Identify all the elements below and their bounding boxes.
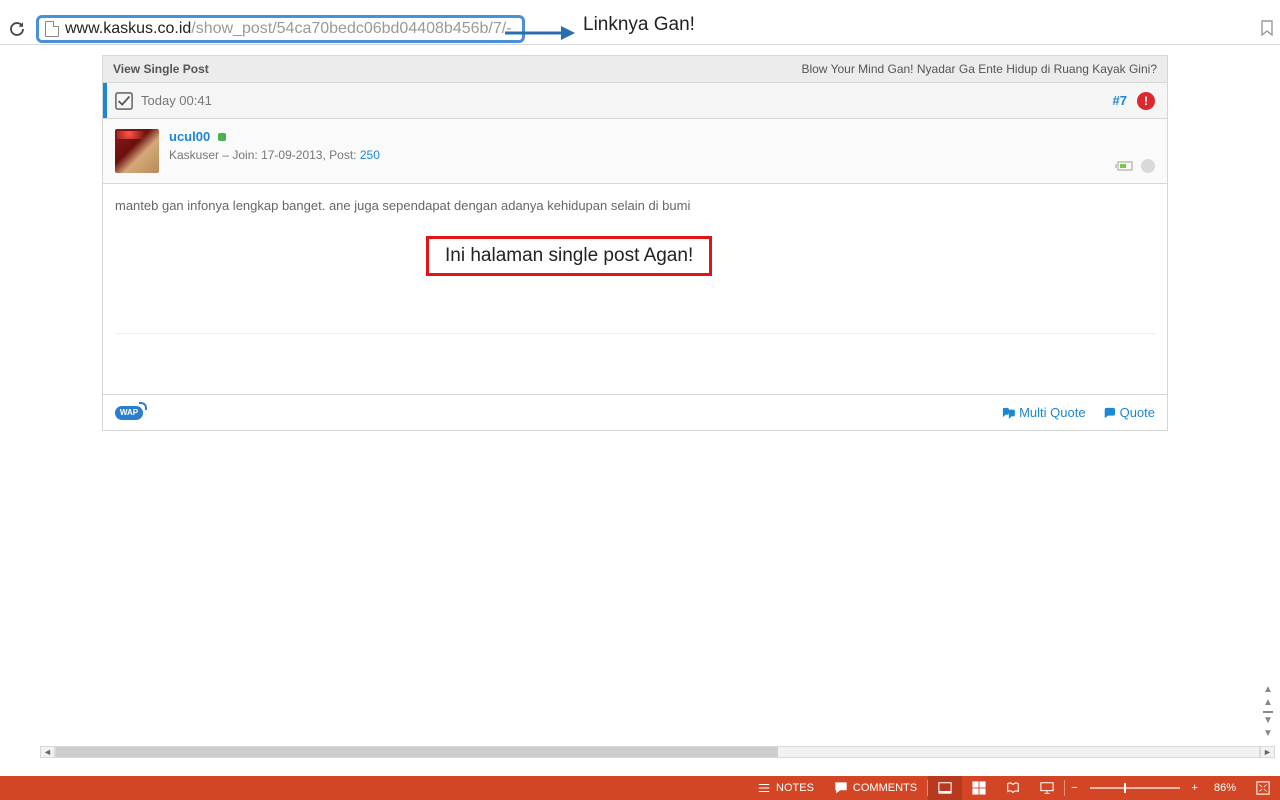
- notes-button[interactable]: NOTES: [747, 776, 824, 800]
- reading-view-button[interactable]: [996, 776, 1030, 800]
- url-path: /show_post/54ca70bedc06bd04408b456b/7/-: [191, 20, 511, 38]
- slide-sorter-button[interactable]: [962, 776, 996, 800]
- url-bar[interactable]: www.kaskus.co.id /show_post/54ca70bedc06…: [36, 15, 525, 43]
- zoom-level[interactable]: 86%: [1204, 776, 1246, 800]
- quote-button[interactable]: Quote: [1102, 405, 1155, 420]
- scroll-left-icon[interactable]: ◄: [40, 746, 55, 758]
- signature-divider: [115, 333, 1155, 334]
- fit-window-icon: [1256, 781, 1270, 795]
- thread-title[interactable]: Blow Your Mind Gan! Nyadar Ga Ente Hidup…: [801, 62, 1157, 76]
- annotation-callout: Ini halaman single post Agan!: [426, 236, 712, 276]
- username-link[interactable]: ucul00: [169, 129, 210, 144]
- zoom-in-button[interactable]: +: [1186, 782, 1204, 794]
- mood-icon: [1141, 159, 1155, 173]
- scroll-up-icon[interactable]: ▲: [1263, 698, 1273, 708]
- page-icon: [45, 21, 59, 37]
- annotation-link-label: Linknya Gan!: [583, 14, 695, 36]
- vertical-scroll-buttons[interactable]: ▲ ▲ ▼ ▼: [1261, 685, 1275, 739]
- post-header: View Single Post Blow Your Mind Gan! Nya…: [102, 55, 1168, 83]
- comments-icon: [834, 781, 848, 795]
- annotation-arrow: [505, 22, 575, 44]
- slideshow-icon: [1040, 781, 1054, 795]
- reading-view-icon: [1006, 781, 1020, 795]
- quote-icon: [1102, 407, 1116, 419]
- reload-icon[interactable]: [8, 20, 26, 38]
- post-body: manteb gan infonya lengkap banget. ane j…: [102, 184, 1168, 395]
- zoom-thumb[interactable]: [1124, 783, 1126, 793]
- notes-icon: [757, 781, 771, 795]
- scroll-right-icon[interactable]: ►: [1260, 746, 1275, 758]
- post-footer: WAP Multi Quote Quote: [102, 395, 1168, 431]
- avatar[interactable]: [115, 129, 159, 173]
- normal-view-icon: [938, 781, 952, 795]
- scroll-up-double-icon[interactable]: ▲: [1263, 685, 1273, 695]
- comments-button[interactable]: COMMENTS: [824, 776, 927, 800]
- view-single-post-label[interactable]: View Single Post: [113, 62, 209, 76]
- scroll-down-double-icon[interactable]: ▼: [1263, 729, 1273, 739]
- fit-to-window-button[interactable]: [1246, 776, 1280, 800]
- normal-view-button[interactable]: [928, 776, 962, 800]
- wap-badge-icon: WAP: [115, 406, 143, 420]
- statusbar-gap: [0, 759, 1280, 776]
- report-icon[interactable]: !: [1137, 92, 1155, 110]
- powerpoint-status-bar: NOTES COMMENTS − + 86%: [0, 776, 1280, 800]
- scroll-thumb[interactable]: [56, 747, 778, 757]
- scroll-divider-icon: [1263, 711, 1273, 713]
- post-meta-bar: Today 00:41 #7 !: [102, 83, 1168, 119]
- horizontal-scrollbar[interactable]: ◄ ►: [40, 744, 1275, 759]
- scroll-track[interactable]: [55, 746, 1260, 758]
- online-status-icon: [218, 133, 226, 141]
- reputation-bar-icon: [1117, 161, 1133, 171]
- multi-quote-icon: [1001, 407, 1015, 419]
- checkbox-icon[interactable]: [115, 92, 133, 110]
- post-text: manteb gan infonya lengkap banget. ane j…: [115, 198, 1155, 213]
- url-domain: www.kaskus.co.id: [65, 20, 191, 38]
- post-count-link[interactable]: 250: [360, 148, 380, 162]
- slideshow-button[interactable]: [1030, 776, 1064, 800]
- user-meta: Kaskuser – Join: 17-09-2013, Post: 250: [169, 148, 380, 162]
- multi-quote-button[interactable]: Multi Quote: [1001, 405, 1085, 420]
- post-timestamp: Today 00:41: [141, 93, 212, 108]
- toolbar-divider: [0, 44, 1280, 45]
- zoom-out-button[interactable]: −: [1065, 782, 1083, 794]
- user-info-bar: ucul00 Kaskuser – Join: 17-09-2013, Post…: [102, 119, 1168, 184]
- post-number[interactable]: #7: [1113, 93, 1127, 108]
- zoom-slider[interactable]: [1090, 787, 1180, 789]
- bookmark-icon[interactable]: [1260, 20, 1274, 36]
- slide-sorter-icon: [972, 781, 986, 795]
- scroll-down-icon[interactable]: ▼: [1263, 716, 1273, 726]
- accent-strip: [103, 83, 107, 118]
